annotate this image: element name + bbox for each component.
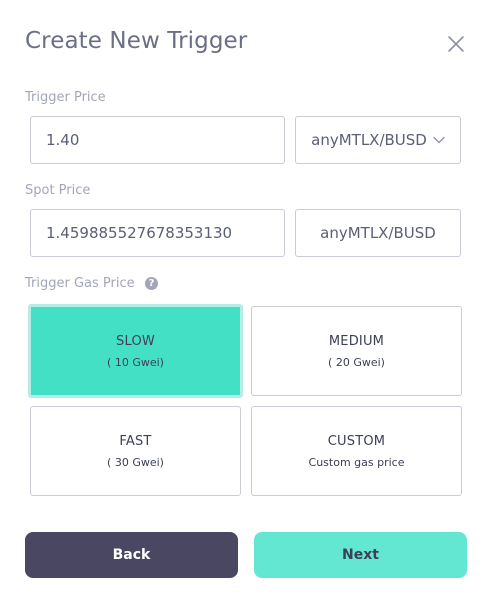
gas-option-custom[interactable]: CUSTOM Custom gas price [251, 406, 462, 496]
gas-option-name: FAST [119, 433, 152, 449]
gas-option-detail: ( 20 Gwei) [328, 355, 385, 369]
back-button[interactable]: Back [25, 532, 238, 578]
gas-option-name: SLOW [116, 333, 155, 349]
spot-price-value: 1.459885527678353130 [46, 224, 233, 242]
gas-option-detail: Custom gas price [308, 455, 405, 469]
gas-option-name: CUSTOM [327, 433, 386, 449]
spot-pair-field: anyMTLX/BUSD [295, 209, 461, 257]
spot-price-label: Spot Price [25, 183, 91, 198]
trigger-pair-value: anyMTLX/BUSD [311, 131, 427, 149]
gas-option-detail: ( 30 Gwei) [107, 455, 164, 469]
gas-option-detail: ( 10 Gwei) [107, 355, 164, 369]
spot-price-field: 1.459885527678353130 [30, 209, 285, 257]
gas-option-name: MEDIUM [328, 333, 385, 349]
chevron-down-icon [433, 136, 445, 144]
dialog-title: Create New Trigger [25, 28, 248, 54]
trigger-price-label: Trigger Price [25, 90, 106, 105]
gas-option-fast[interactable]: FAST ( 30 Gwei) [30, 406, 241, 496]
help-circle-icon[interactable]: ? [145, 277, 158, 290]
close-icon[interactable] [446, 34, 466, 54]
trigger-price-input[interactable]: 1.40 [30, 116, 285, 164]
gas-option-slow[interactable]: SLOW ( 10 Gwei) [28, 304, 243, 398]
gas-price-label: Trigger Gas Price [25, 276, 135, 291]
gas-option-medium[interactable]: MEDIUM ( 20 Gwei) [251, 306, 462, 396]
trigger-pair-select[interactable]: anyMTLX/BUSD [295, 116, 461, 164]
trigger-price-value: 1.40 [46, 131, 80, 149]
next-button[interactable]: Next [254, 532, 467, 578]
spot-pair-value: anyMTLX/BUSD [320, 224, 436, 242]
